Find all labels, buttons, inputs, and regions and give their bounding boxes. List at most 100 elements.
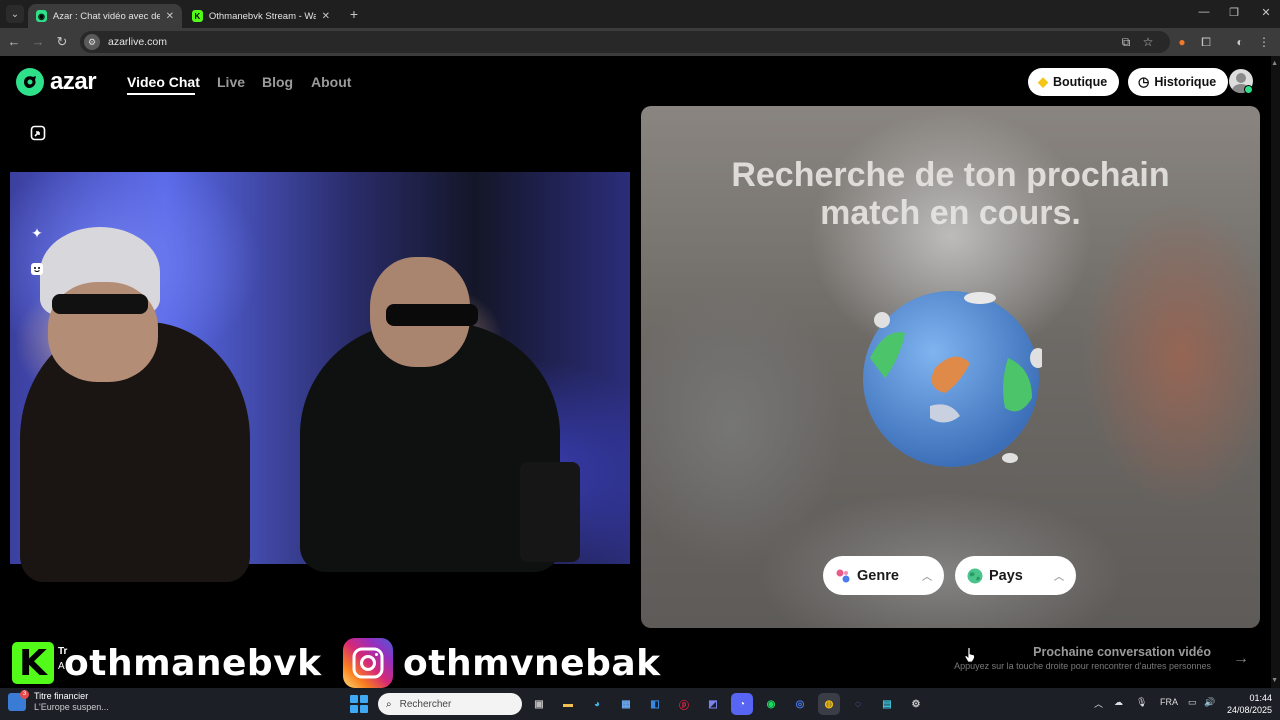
clock-time: 01:44	[1249, 693, 1272, 703]
settings-gear-icon[interactable]: ⚙	[905, 693, 927, 715]
history-label: Historique	[1154, 75, 1217, 89]
clock-icon: ◷	[1138, 74, 1150, 89]
sparkle-effects-icon[interactable]: ✦	[24, 220, 50, 246]
chevron-up-icon: ︿	[1054, 572, 1064, 583]
kick-handle: othmanebvk	[64, 642, 322, 684]
site-info-icon[interactable]: ⚙	[84, 34, 100, 50]
back-button[interactable]: ←	[6, 34, 22, 50]
partial-label-top: Tr	[58, 646, 68, 657]
chrome-icon[interactable]: ◍	[818, 693, 840, 715]
new-tab-button[interactable]: +	[346, 6, 362, 22]
online-status-dot	[1244, 85, 1253, 94]
microphone	[520, 462, 580, 562]
discord-icon[interactable]: ◔	[731, 693, 753, 715]
chevron-up-icon: ︿	[922, 572, 932, 583]
instagram-handle: othmvnebak	[403, 642, 661, 684]
browser-tab-strip: ⌄ ◉ Azar : Chat vidéo avec de n ✕ K Othm…	[0, 0, 1280, 28]
teams-icon[interactable]: ◩	[702, 693, 724, 715]
globe-icon	[863, 291, 1042, 467]
windows-taskbar: 3 Titre financier L'Europe suspen... ⌕ R…	[0, 688, 1280, 720]
kick-favicon-icon: K	[192, 10, 203, 22]
azar-logo[interactable]: azar	[16, 68, 97, 96]
minimize-button[interactable]: —	[1194, 6, 1214, 18]
news-subtitle: L'Europe suspen...	[34, 702, 109, 712]
nav-about[interactable]: About	[311, 74, 351, 90]
exit-fullscreen-icon[interactable]	[30, 125, 46, 141]
network-app-icon[interactable]: ◎	[789, 693, 811, 715]
search-status-title: Recherche de ton prochain match en cours…	[641, 156, 1260, 232]
profile-icon[interactable]: ◐	[1232, 34, 1248, 50]
pinterest-icon[interactable]: ⓟ	[673, 693, 695, 715]
start-button[interactable]	[350, 695, 368, 713]
store-icon[interactable]: ▦	[615, 693, 637, 715]
country-filter-button[interactable]: Pays ︿	[955, 556, 1076, 595]
sunglasses-right	[386, 304, 478, 326]
file-explorer-icon[interactable]: ▬	[557, 693, 579, 715]
instagram-overlay: othmvnebak	[343, 636, 661, 688]
bookmark-star-icon[interactable]: ☆	[1140, 34, 1156, 50]
system-clock[interactable]: 01:44 24/08/2025	[1227, 692, 1272, 716]
extension-icon[interactable]: ●	[1174, 34, 1190, 50]
notepad-icon[interactable]: ▤	[876, 693, 898, 715]
spotify-icon[interactable]: ◉	[760, 693, 782, 715]
azar-logo-icon	[16, 68, 44, 96]
address-bar[interactable]: ⚙ azarlive.com	[80, 31, 1170, 53]
nav-live[interactable]: Live	[217, 74, 245, 90]
tab-azar[interactable]: ◉ Azar : Chat vidéo avec de n ✕	[28, 4, 182, 28]
search-title-line2: match en cours.	[820, 194, 1081, 232]
language-indicator[interactable]: FRA	[1160, 697, 1178, 707]
hand-cursor-icon	[964, 647, 975, 663]
gender-filter-button[interactable]: Genre ︿	[823, 556, 944, 595]
restore-button[interactable]: ❐	[1224, 6, 1244, 19]
gender-filter-label: Genre	[857, 567, 899, 584]
tab-kick[interactable]: K Othmanebvk Stream - Watch Li ✕	[184, 4, 338, 28]
sticker-smiley-icon[interactable]	[24, 256, 50, 282]
edge-icon[interactable]: ◕	[586, 693, 608, 715]
microphone-icon[interactable]: 🎙	[1136, 697, 1147, 708]
browser-toolbar: ← → ↻ ⚙ azarlive.com ⧉ ☆ ● ⧠ ◐ ⋮	[0, 28, 1280, 56]
outlook-icon[interactable]: ◧	[644, 693, 666, 715]
tab-title: Azar : Chat vidéo avec de n	[52, 10, 160, 22]
volume-icon[interactable]: 🔊	[1204, 697, 1215, 708]
gender-icon	[836, 569, 850, 582]
nav-blog[interactable]: Blog	[262, 74, 293, 90]
url-text: azarlive.com	[108, 36, 167, 48]
tab-title: Othmanebvk Stream - Watch Li	[208, 10, 316, 22]
extensions-puzzle-icon[interactable]: ⧠	[1198, 34, 1214, 50]
next-conversation-title: Prochaine conversation vidéo	[1033, 645, 1211, 659]
local-video-panel: ✦	[10, 106, 630, 628]
app-circle-icon[interactable]: ◌	[847, 693, 869, 715]
globe-icon	[967, 568, 983, 583]
onedrive-cloud-icon[interactable]: ☁	[1114, 697, 1123, 708]
brand-name: azar	[50, 68, 97, 95]
reload-button[interactable]: ↻	[54, 34, 70, 50]
news-icon: 3	[8, 690, 29, 711]
network-icon[interactable]: ▭	[1188, 697, 1197, 708]
azar-page: azar Video Chat Live Blog About ◆ Boutiq…	[0, 56, 1280, 688]
search-placeholder: Rechercher	[399, 698, 452, 710]
country-filter-label: Pays	[989, 567, 1023, 584]
history-button[interactable]: ◷ Historique	[1128, 68, 1229, 96]
news-badge: 3	[20, 690, 29, 699]
tray-overflow-chevron-icon[interactable]: ︿	[1094, 697, 1103, 710]
close-icon[interactable]: ✕	[322, 11, 330, 22]
page-scrollbar[interactable]: ▲ ▼	[1271, 56, 1280, 688]
match-search-panel: Recherche de ton prochain match en cours…	[641, 106, 1260, 628]
close-icon[interactable]: ✕	[166, 11, 174, 22]
tab-search-button[interactable]: ⌄	[6, 5, 24, 23]
scroll-up-icon[interactable]: ▲	[1271, 60, 1278, 67]
scroll-down-icon[interactable]: ▼	[1271, 677, 1278, 684]
close-window-button[interactable]: ✕	[1256, 6, 1276, 19]
taskbar-search[interactable]: ⌕ Rechercher	[378, 693, 522, 715]
news-title: Titre financier	[34, 691, 89, 701]
search-title-line1: Recherche de ton prochain	[731, 156, 1170, 194]
shop-button[interactable]: ◆ Boutique	[1028, 68, 1120, 96]
nav-video-chat[interactable]: Video Chat	[127, 74, 200, 90]
install-app-icon[interactable]: ⧉	[1118, 34, 1134, 50]
forward-button[interactable]: →	[30, 34, 46, 50]
search-icon: ⌕	[386, 698, 392, 710]
next-conversation-button[interactable]: →	[1223, 643, 1259, 675]
menu-kebab-icon[interactable]: ⋮	[1256, 34, 1272, 50]
task-view-icon[interactable]: ▣	[528, 693, 550, 715]
news-widget[interactable]: 3 Titre financier L'Europe suspen...	[8, 690, 109, 713]
